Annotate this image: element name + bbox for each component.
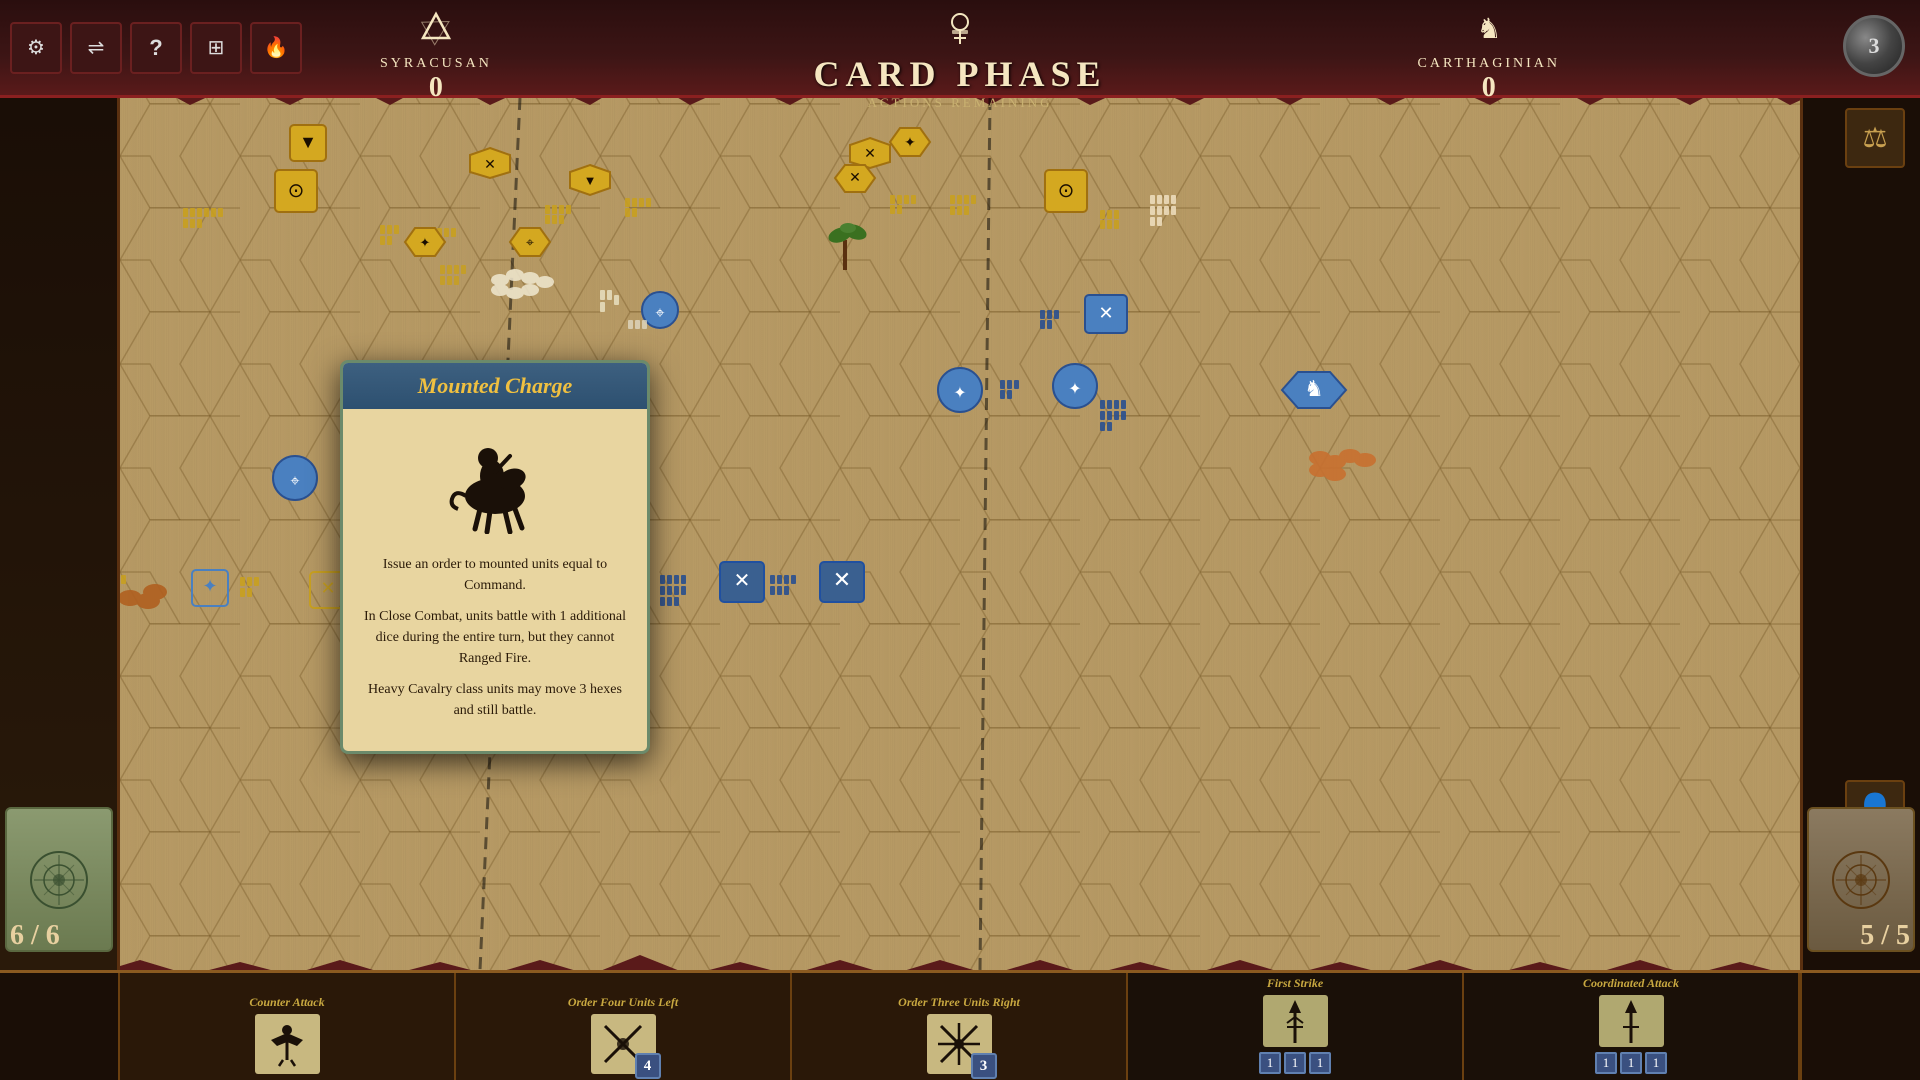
order-four-left-card[interactable]: Order Four Units Left 4 xyxy=(456,973,792,1080)
order-three-badge: 3 xyxy=(971,1053,997,1079)
phase-icon xyxy=(940,8,980,51)
syracusan-score: 0 xyxy=(380,72,492,104)
help-button[interactable]: ? xyxy=(130,22,182,74)
order-three-right-icon: 3 xyxy=(927,1014,992,1074)
coin-value: 3 xyxy=(1869,33,1880,59)
counter-attack-icon xyxy=(255,1014,320,1074)
first-strike-title: First Strike xyxy=(1267,976,1323,991)
coord-arrow-3: 1 xyxy=(1645,1052,1667,1074)
svg-text:✦: ✦ xyxy=(1068,381,1081,398)
scales-icon-button[interactable]: ⚖ xyxy=(1845,108,1905,168)
carthaginian-icon: ♞ xyxy=(1418,10,1560,56)
svg-text:✕: ✕ xyxy=(734,570,751,592)
svg-text:⌖: ⌖ xyxy=(655,305,664,322)
svg-text:✕: ✕ xyxy=(849,171,861,186)
svg-text:⌖: ⌖ xyxy=(290,473,299,490)
coordinated-attack-card[interactable]: Coordinated Attack 1 1 1 xyxy=(1464,973,1800,1080)
right-card-icon xyxy=(1826,845,1896,915)
top-icons-group: ⚙ ⇌ ? ⊞ 🔥 xyxy=(0,22,302,74)
card-popup-header: Mounted Charge xyxy=(343,363,647,409)
first-strike-card[interactable]: First Strike 1 1 1 xyxy=(1128,973,1464,1080)
fire-icon: 🔥 xyxy=(264,35,289,60)
svg-text:✦: ✦ xyxy=(420,235,431,250)
order-three-right-title: Order Three Units Right xyxy=(898,995,1020,1010)
svg-text:✕: ✕ xyxy=(833,567,851,592)
fire-button[interactable]: 🔥 xyxy=(250,22,302,74)
syracusan-icon xyxy=(380,10,492,56)
settings-icon: ⚙ xyxy=(27,35,45,60)
carthaginian-name: CARTHAGINIAN xyxy=(1418,56,1560,72)
header-bar: ⚙ ⇌ ? ⊞ 🔥 SYRACUSAN 0 xyxy=(0,0,1920,98)
svg-text:⊙: ⊙ xyxy=(288,180,305,202)
card-popup-text-1: Issue an order to mounted units equal to… xyxy=(343,549,647,736)
coord-arrow-2: 1 xyxy=(1620,1052,1642,1074)
svg-text:♞: ♞ xyxy=(1476,14,1501,45)
card-popup-image xyxy=(343,409,647,549)
coin-counter[interactable]: 3 xyxy=(1843,15,1905,77)
svg-text:✕: ✕ xyxy=(320,578,335,598)
order-three-right-card[interactable]: Order Three Units Right 3 xyxy=(792,973,1128,1080)
left-count-display: 6 / 6 xyxy=(10,920,60,952)
actions-label: ACTIONS REMAINING xyxy=(868,95,1053,111)
coord-arrow-1: 1 xyxy=(1595,1052,1617,1074)
svg-text:♞: ♞ xyxy=(1304,376,1324,401)
svg-text:✕: ✕ xyxy=(864,147,876,162)
first-strike-icon xyxy=(1263,995,1328,1047)
settings-button[interactable]: ⚙ xyxy=(10,22,62,74)
faction-right: ♞ CARTHAGINIAN 0 xyxy=(1418,10,1560,104)
svg-text:✦: ✦ xyxy=(904,136,916,151)
faction-left: SYRACUSAN 0 xyxy=(380,10,492,104)
counter-attack-card[interactable]: Counter Attack xyxy=(120,973,456,1080)
bottom-bar: Counter Attack Order Four Units Left xyxy=(0,970,1920,1080)
svg-text:▼: ▼ xyxy=(584,173,597,188)
svg-text:▼: ▼ xyxy=(299,132,317,152)
svg-text:⊙: ⊙ xyxy=(1058,180,1075,202)
map-button[interactable]: ⊞ xyxy=(190,22,242,74)
map-icon: ⊞ xyxy=(208,35,225,60)
first-strike-arrows: 1 1 1 xyxy=(1259,1052,1331,1074)
order-four-left-title: Order Four Units Left xyxy=(568,995,678,1010)
network-button[interactable]: ⇌ xyxy=(70,22,122,74)
order-four-left-icon: 4 xyxy=(591,1014,656,1074)
coordinated-attack-arrows: 1 1 1 xyxy=(1595,1052,1667,1074)
coordinated-attack-icon xyxy=(1599,995,1664,1047)
first-strike-arrow-2: 1 xyxy=(1284,1052,1306,1074)
coordinated-attack-title: Coordinated Attack xyxy=(1583,976,1679,991)
order-four-badge: 4 xyxy=(635,1053,661,1079)
network-icon: ⇌ xyxy=(88,35,105,60)
svg-text:⌖: ⌖ xyxy=(526,236,534,251)
carthaginian-score: 0 xyxy=(1418,72,1560,104)
svg-text:✕: ✕ xyxy=(1098,303,1113,323)
svg-text:✕: ✕ xyxy=(484,158,496,173)
right-count-display: 5 / 5 xyxy=(1860,920,1910,952)
counter-attack-title: Counter Attack xyxy=(249,995,324,1010)
svg-text:✦: ✦ xyxy=(953,385,966,402)
first-strike-arrow-1: 1 xyxy=(1259,1052,1281,1074)
phase-title: CARD PHASE xyxy=(813,53,1106,95)
help-icon: ? xyxy=(149,35,162,61)
scales-icon: ⚖ xyxy=(1862,121,1887,155)
mounted-charge-card[interactable]: Mounted Charge Issue an order to mounted… xyxy=(340,360,650,754)
first-strike-arrow-3: 1 xyxy=(1309,1052,1331,1074)
left-card-icon xyxy=(24,845,94,915)
card-popup-title: Mounted Charge xyxy=(358,373,632,399)
syracusan-name: SYRACUSAN xyxy=(380,56,492,72)
mounted-charge-illustration xyxy=(440,424,550,534)
phase-display: CARD PHASE ACTIONS REMAINING xyxy=(710,0,1210,113)
svg-text:✦: ✦ xyxy=(202,576,217,596)
bottom-left-spacer xyxy=(0,973,120,1080)
bottom-right-spacer xyxy=(1800,973,1920,1080)
